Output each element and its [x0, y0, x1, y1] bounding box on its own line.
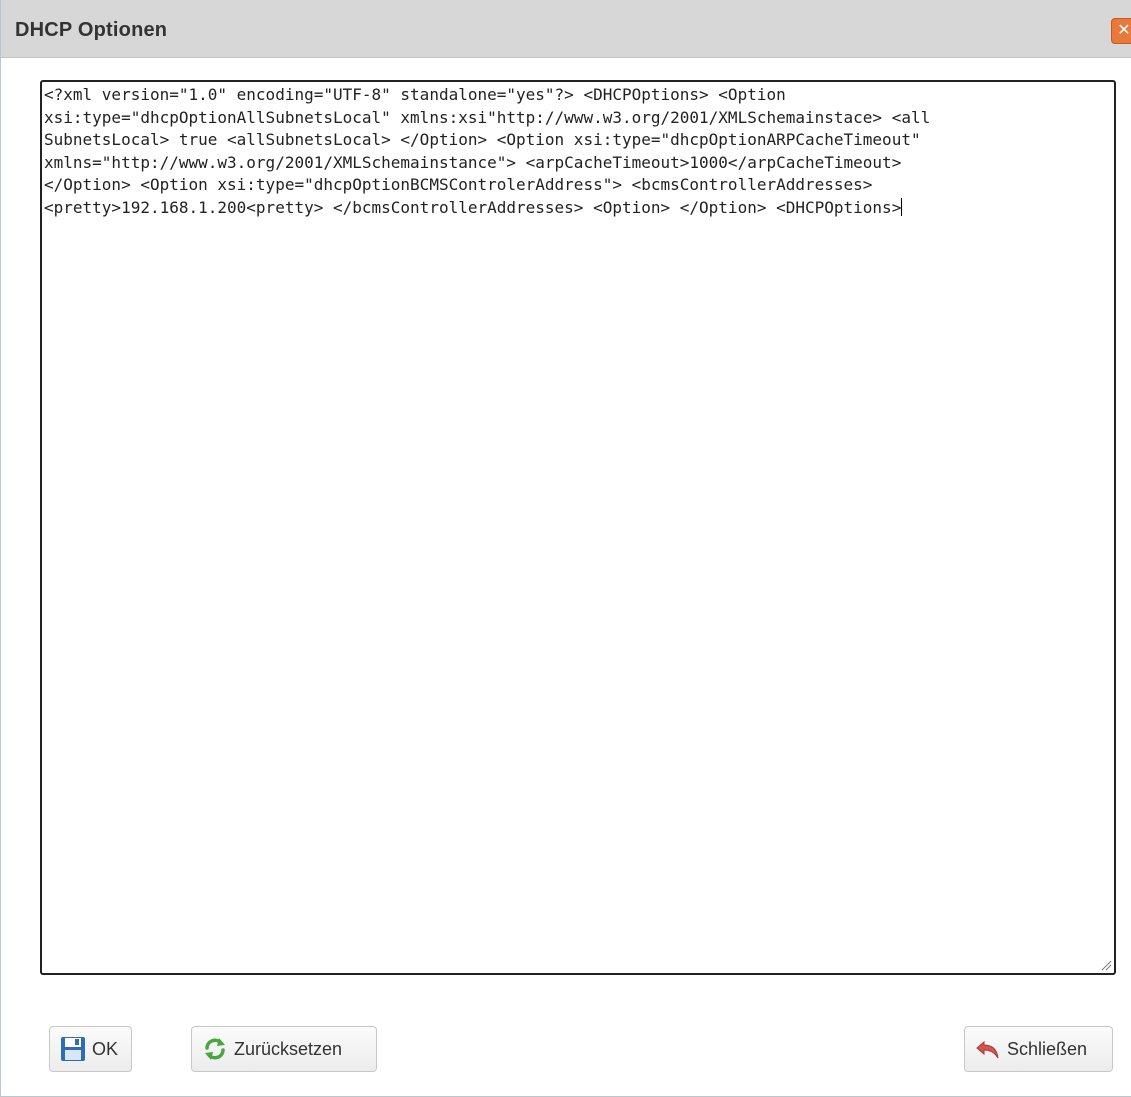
dialog-titlebar[interactable]: DHCP Optionen ✕: [1, 0, 1131, 58]
reset-button-label: Zurücksetzen: [234, 1038, 343, 1059]
refresh-icon: [205, 1038, 225, 1060]
ok-button-label: OK: [92, 1038, 119, 1059]
dialog-close-button[interactable]: ✕: [1111, 18, 1131, 44]
dhcp-options-dialog: DHCP Optionen ✕ <?xml version="1.0" enco…: [0, 0, 1131, 1097]
save-icon: [61, 1037, 85, 1061]
close-dialog-button-label: Schließen: [1007, 1038, 1088, 1059]
editor-line: SubnetsLocal> true <allSubnetsLocal> </O…: [44, 130, 921, 150]
editor-line: xmlns="http://www.w3.org/2001/XMLSchemai…: [44, 152, 902, 172]
text-caret: [901, 197, 903, 216]
resize-grip-icon[interactable]: [1101, 960, 1112, 971]
reset-button[interactable]: Zurücksetzen: [191, 1026, 377, 1072]
ok-button[interactable]: OK: [49, 1026, 132, 1072]
editor-line: <pretty>192.168.1.200<pretty> </bcmsCont…: [44, 197, 902, 217]
close-dialog-button[interactable]: Schließen: [964, 1026, 1113, 1072]
close-icon: ✕: [1117, 22, 1131, 39]
editor-line: <?xml version="1.0" encoding="UTF-8" sta…: [44, 85, 786, 104]
dialog-title: DHCP Optionen: [15, 19, 168, 41]
editor-line: xsi:type="dhcpOptionAllSubnetsLocal" xml…: [44, 107, 931, 127]
xml-editor-textarea[interactable]: <?xml version="1.0" encoding="UTF-8" sta…: [40, 80, 1116, 975]
editor-line: </Option> <Option xsi:type="dhcpOptionBC…: [44, 175, 873, 195]
xml-editor-content: <?xml version="1.0" encoding="UTF-8" sta…: [44, 84, 1110, 220]
undo-arrow-icon: [976, 1040, 999, 1059]
